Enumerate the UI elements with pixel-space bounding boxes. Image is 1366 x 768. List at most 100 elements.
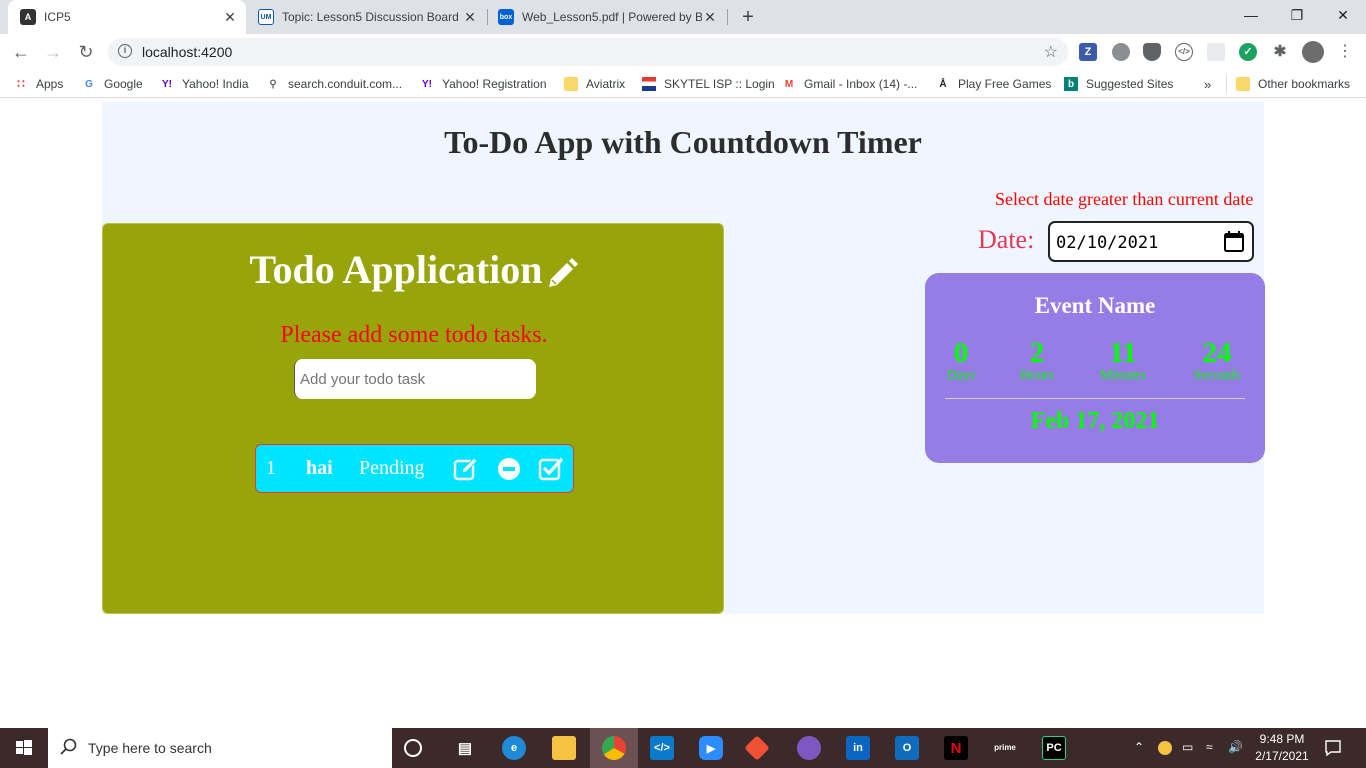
date-input[interactable]: 02/10/2021: [1048, 221, 1254, 262]
tray-overflow-icon[interactable]: ⌃: [1134, 740, 1144, 754]
battery-icon[interactable]: ▭: [1182, 740, 1193, 754]
todo-input[interactable]: [294, 359, 536, 399]
bookmark-label: Yahoo! India: [182, 77, 249, 91]
yahoo-icon: Y!: [422, 78, 432, 90]
complete-check-icon[interactable]: [538, 456, 564, 482]
bookmark-aviatrix[interactable]: Aviatrix: [564, 76, 625, 92]
bookmark-star-icon[interactable]: ☆: [1044, 42, 1058, 62]
back-icon[interactable]: ←: [10, 41, 32, 63]
code-extension-icon[interactable]: </>: [1175, 43, 1193, 61]
seconds-label: Seconds: [1193, 368, 1241, 383]
bookmark-other[interactable]: Other bookmarks: [1236, 76, 1350, 92]
outlook-icon[interactable]: O: [895, 736, 919, 760]
taskbar: Type here to search ▤ e </> ▶ in O N pri…: [0, 728, 1366, 768]
bookmark-apps[interactable]: ∷ Apps: [14, 76, 63, 92]
countdown-hours: 2 Hours: [997, 337, 1077, 384]
bookmark-yahoo-registration[interactable]: Y! Yahoo! Registration: [420, 76, 547, 92]
shield-extension-icon[interactable]: [1143, 43, 1161, 61]
bookmark-skytel[interactable]: SKYTEL ISP :: Login: [642, 76, 775, 92]
bookmark-label: Suggested Sites: [1086, 77, 1174, 91]
close-icon[interactable]: ✕: [222, 9, 238, 26]
forward-icon[interactable]: →: [42, 41, 64, 63]
event-date: Feb 17, 2021: [1030, 408, 1160, 434]
bookmarks-bar: ∷ Apps G Google Y! Yahoo! India ⚲ search…: [0, 70, 1366, 98]
google-icon: G: [85, 78, 93, 90]
calendar-icon[interactable]: [1224, 231, 1244, 252]
browser-toolbar: ← → ↻ i localhost:4200 ☆ Z </> ✓ ✱ ⋮: [0, 34, 1366, 70]
gmail-icon: M: [784, 78, 794, 90]
bookmark-label: Other bookmarks: [1258, 77, 1351, 91]
bookmark-suggested-sites[interactable]: b Suggested Sites: [1064, 76, 1173, 92]
bookmark-label: Aviatrix: [586, 77, 626, 91]
file-explorer-icon[interactable]: [552, 736, 576, 760]
edit-icon[interactable]: [453, 456, 479, 482]
bookmark-label: SKYTEL ISP :: Login: [664, 77, 775, 91]
countdown-divider: [945, 398, 1245, 399]
edge-icon[interactable]: e: [502, 736, 526, 760]
todo-heading-text: Todo Application: [249, 247, 543, 292]
bing-icon: b: [1064, 77, 1078, 91]
days-label: Days: [946, 368, 976, 383]
hours-label: Hours: [1019, 368, 1055, 383]
search-icon: ⚲: [269, 78, 277, 90]
wifi-icon[interactable]: ≈: [1206, 740, 1213, 754]
linkedin-icon[interactable]: in: [846, 736, 870, 760]
box-icon: box: [498, 9, 514, 25]
minimize-icon[interactable]: —: [1228, 0, 1274, 30]
prime-video-icon[interactable]: prime: [993, 736, 1017, 760]
countdown-card: Event Name 0 Days 2 Hours 11 Minutes 24 …: [925, 273, 1265, 463]
task-row: 1 hai Pending: [255, 444, 574, 493]
pencil-icon: [548, 257, 578, 287]
bookmark-label: Apps: [36, 77, 64, 91]
vscode-icon[interactable]: </>: [650, 736, 674, 760]
blank-extension-icon[interactable]: [1207, 43, 1225, 61]
window-close-icon[interactable]: ✕: [1320, 0, 1366, 30]
notifications-icon[interactable]: [1324, 739, 1342, 757]
reload-icon[interactable]: ↻: [75, 41, 97, 63]
bookmark-gmail[interactable]: M Gmail - Inbox (14) -...: [782, 76, 918, 92]
taskbar-clock[interactable]: 9:48 PM 2/17/2021: [1252, 731, 1312, 765]
new-tab-button[interactable]: +: [737, 6, 759, 28]
bookmark-search-conduit[interactable]: ⚲ search.conduit.com...: [266, 76, 402, 92]
close-icon[interactable]: ✕: [702, 9, 718, 26]
flag-icon: [642, 77, 656, 91]
remove-icon[interactable]: [496, 456, 522, 482]
page-title: To-Do App with Countdown Timer: [444, 124, 922, 160]
extension-icon[interactable]: [1112, 43, 1130, 61]
taskbar-search[interactable]: Type here to search: [48, 728, 392, 768]
tray-app-icon[interactable]: [1158, 741, 1172, 755]
volume-icon[interactable]: 🔊: [1228, 740, 1243, 754]
pycharm-icon[interactable]: PC: [1042, 736, 1066, 760]
yahoo-icon: Y!: [162, 78, 172, 90]
tab-icp5[interactable]: A ICP5 ✕: [8, 0, 246, 34]
zotero-extension-icon[interactable]: Z: [1079, 43, 1097, 61]
task-index: 1: [266, 457, 276, 479]
windows-start-icon[interactable]: [0, 728, 48, 768]
task-view-icon[interactable]: ▤: [453, 736, 477, 760]
profile-avatar[interactable]: [1302, 41, 1324, 63]
bookmarks-overflow-button[interactable]: »: [1204, 76, 1211, 92]
cortana-icon[interactable]: [404, 739, 422, 757]
bookmark-play-free-games[interactable]: Å Play Free Games: [936, 76, 1051, 92]
site-info-icon[interactable]: i: [118, 44, 132, 58]
minutes-label: Minutes: [1100, 368, 1146, 383]
tab-discussion-board[interactable]: UM Topic: Lesson5 Discussion Board ✕: [250, 0, 486, 34]
puzzle-extensions-icon[interactable]: ✱: [1271, 43, 1289, 61]
restore-icon[interactable]: ❐: [1274, 0, 1320, 30]
apps-grid-icon: ∷: [17, 77, 25, 91]
tab-web-lesson5-pdf[interactable]: box Web_Lesson5.pdf | Powered by Box ✕: [490, 0, 726, 34]
countdown-seconds: 24 Seconds: [1177, 337, 1257, 384]
chrome-icon[interactable]: [602, 736, 626, 760]
git-icon[interactable]: [744, 735, 770, 761]
zoom-icon[interactable]: ▶: [699, 736, 723, 760]
github-desktop-icon[interactable]: [797, 736, 821, 760]
bookmark-yahoo-india[interactable]: Y! Yahoo! India: [160, 76, 249, 92]
check-extension-icon[interactable]: ✓: [1239, 43, 1257, 61]
bookmarks-separator: [1226, 75, 1227, 93]
netflix-icon[interactable]: N: [944, 736, 968, 760]
bookmark-google[interactable]: G Google: [82, 76, 143, 92]
address-bar[interactable]: i localhost:4200 ☆: [108, 38, 1068, 66]
close-icon[interactable]: ✕: [462, 9, 478, 26]
menu-icon[interactable]: ⋮: [1334, 41, 1356, 63]
bookmark-label: Play Free Games: [958, 77, 1052, 91]
